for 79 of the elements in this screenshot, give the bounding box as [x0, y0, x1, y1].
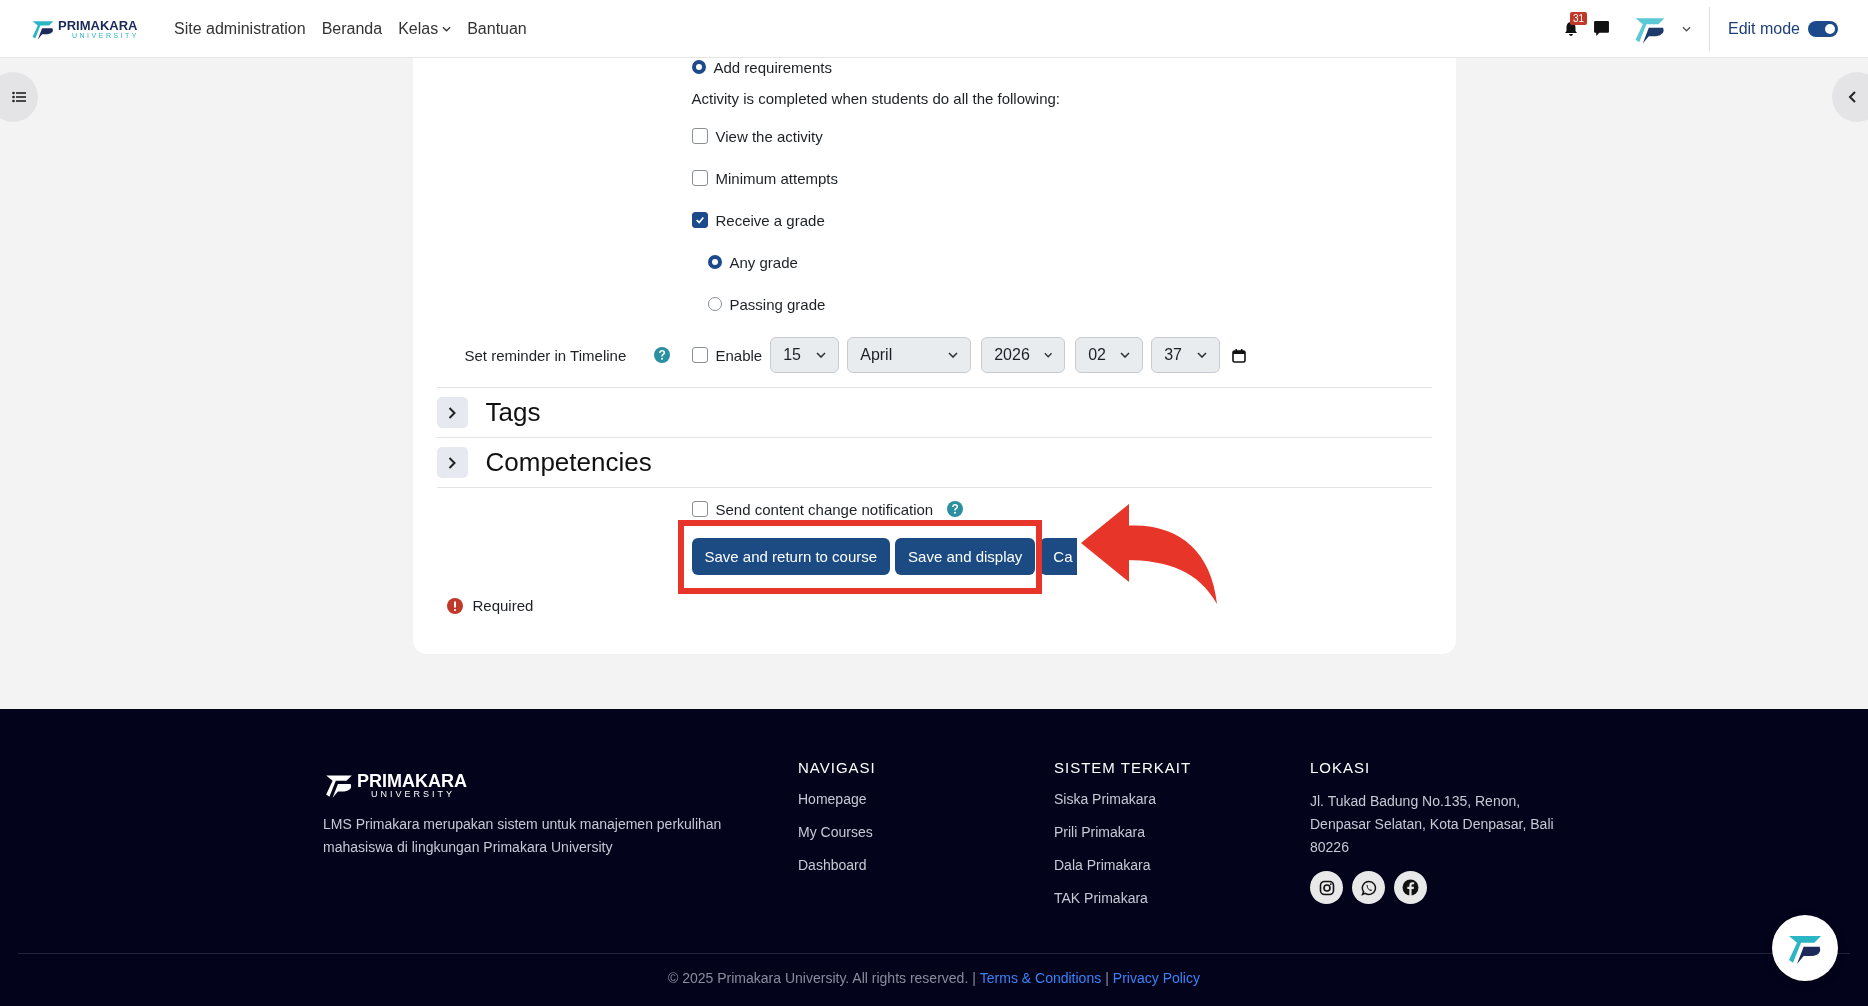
copyright-text: © 2025 Primakara University. All rights reserved. |: [668, 970, 976, 986]
caret-icon: [442, 25, 452, 32]
completion-intro: Activity is completed when students do all the following:: [691, 90, 1061, 107]
section-title[interactable]: Tags: [485, 397, 541, 428]
caret-icon: [948, 352, 959, 358]
chevron-right-icon: [448, 456, 456, 469]
checkbox-label: Send content change notification: [715, 500, 934, 518]
dropdown-select[interactable]: 2026: [981, 337, 1066, 373]
nav-link[interactable]: Kelas: [398, 19, 452, 38]
checkbox-label: Enable: [715, 346, 763, 364]
list-icon: [12, 91, 26, 103]
checkbox-label: View the activity: [715, 127, 823, 145]
dropdown-select[interactable]: April: [847, 337, 972, 373]
course-index-button[interactable]: [0, 72, 38, 122]
footer-heading: NAVIGASI: [798, 759, 877, 776]
checkbox-label: Minimum attempts: [715, 169, 839, 187]
form-button[interactable]: Ca: [1040, 538, 1077, 575]
footer-description: LMS Primakara merupakan sistem untuk manajemen perkulihan mahasiswa di lingkungan Primakara University: [323, 815, 723, 857]
checkbox[interactable]: [691, 501, 708, 517]
footer-link[interactable]: Prili Primakara: [1054, 823, 1310, 842]
option-label: Add requirements: [713, 58, 832, 76]
radio-label: Any grade: [729, 253, 798, 271]
radio-button[interactable]: [707, 255, 722, 269]
dropdown-select[interactable]: 02: [1075, 337, 1144, 373]
separator-text: |: [1105, 970, 1109, 986]
nav-link[interactable]: Bantuan: [467, 19, 527, 38]
required-icon: [446, 597, 463, 614]
address: Jl. Tukad Badung No.135, Renon, Denpasar Selatan, Kota Denpasar, Bali 80226: [1310, 792, 1555, 857]
check-icon: [694, 215, 705, 225]
checkbox[interactable]: [691, 128, 708, 144]
caret-icon: [1120, 352, 1131, 358]
radio-label: Passing grade: [729, 295, 826, 313]
required-note: Required: [472, 597, 534, 614]
bell-icon[interactable]: [1562, 20, 1579, 37]
footer-link[interactable]: Siska Primakara: [1054, 790, 1310, 809]
footer-link[interactable]: My Courses: [798, 823, 1054, 842]
nav-link[interactable]: Beranda: [321, 19, 383, 38]
help-icon[interactable]: [947, 501, 964, 517]
checkbox[interactable]: [691, 347, 708, 363]
nav-link[interactable]: Site administration: [174, 19, 306, 38]
checkbox-label: Receive a grade: [715, 211, 825, 229]
caret-icon: [1197, 352, 1208, 358]
terms-link[interactable]: Terms & Conditions: [979, 970, 1102, 986]
form-button[interactable]: Save and return to course: [691, 538, 891, 575]
radio-button[interactable]: [691, 60, 706, 74]
help-icon[interactable]: [653, 347, 670, 363]
facebook-icon[interactable]: [1394, 871, 1427, 904]
privacy-link[interactable]: Privacy Policy: [1112, 970, 1200, 986]
form-button[interactable]: Save and display: [895, 538, 1036, 575]
section-title[interactable]: Competencies: [485, 447, 652, 478]
footer-heading: SISTEM TERKAIT: [1054, 759, 1193, 776]
calendar-icon[interactable]: [1232, 347, 1247, 363]
logo-text: PRIMAKARA: [357, 771, 467, 790]
logo-text: PRIMAKARA: [58, 18, 139, 32]
expand-button[interactable]: [436, 447, 468, 478]
field-label: Set reminder in Timeline: [464, 346, 627, 364]
notification-badge: 31: [1569, 11, 1588, 25]
footer-heading: LOKASI: [1310, 759, 1372, 776]
caret-icon: [816, 352, 827, 358]
edit-mode-label: Edit mode: [1727, 19, 1800, 38]
caret-icon[interactable]: [1681, 25, 1691, 32]
footer-link[interactable]: Dala Primakara: [1054, 856, 1310, 875]
whatsapp-icon[interactable]: [1352, 871, 1385, 904]
caret-icon: [1043, 352, 1053, 358]
edit-mode-toggle[interactable]: [1808, 20, 1838, 37]
footer-link[interactable]: TAK Primakara: [1054, 889, 1310, 908]
chat-icon[interactable]: [1592, 20, 1610, 37]
logo-subtext: UNIVERSITY: [370, 789, 456, 799]
checkbox[interactable]: [691, 170, 708, 186]
dropdown-select[interactable]: 37: [1151, 337, 1221, 373]
expand-button[interactable]: [436, 397, 468, 428]
chevron-left-icon: [1848, 91, 1856, 103]
footer-link[interactable]: Dashboard: [798, 856, 1054, 875]
footer-link[interactable]: Homepage: [798, 790, 1054, 809]
instagram-icon[interactable]: [1310, 871, 1343, 904]
checkbox[interactable]: [691, 212, 708, 228]
dropdown-select[interactable]: 15: [770, 337, 840, 373]
radio-button[interactable]: [707, 297, 722, 311]
chevron-right-icon: [448, 406, 456, 419]
